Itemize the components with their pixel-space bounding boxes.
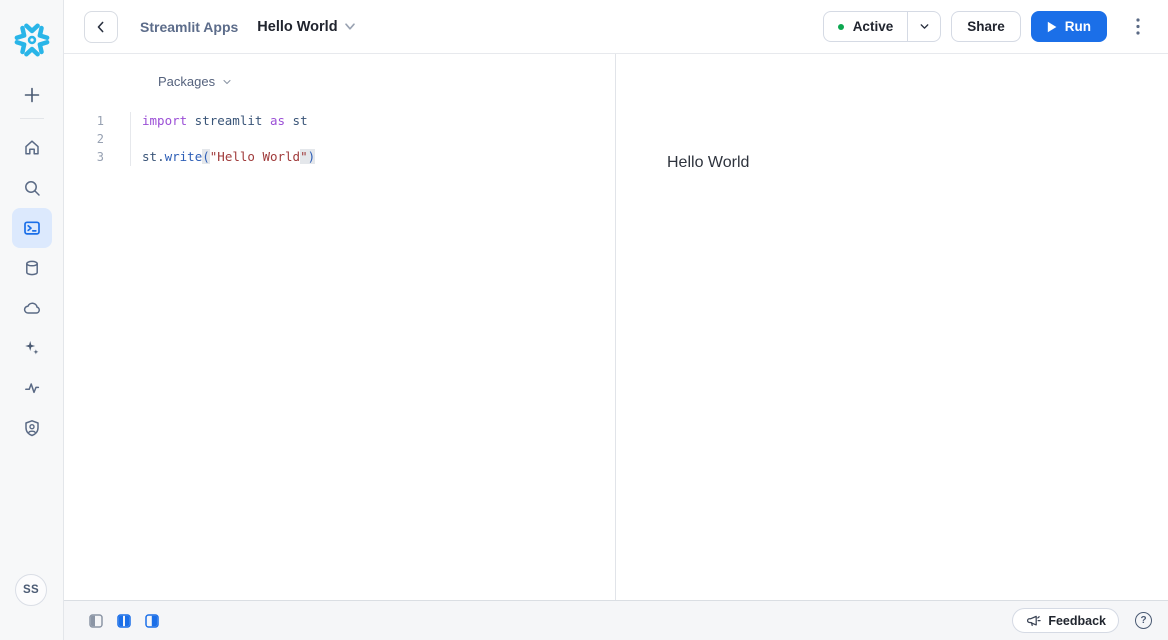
database-icon	[22, 258, 42, 278]
workspace: Packages 1 import streamlit as st 23 st.wri…	[64, 54, 1168, 600]
sidebar-item-ai[interactable]	[12, 328, 52, 368]
share-button[interactable]: Share	[951, 11, 1021, 42]
page-title: Hello World	[257, 19, 337, 35]
code-token: "Hello World	[210, 149, 300, 164]
terminal-icon	[22, 218, 42, 238]
header: Streamlit Apps Hello World Active Share	[64, 0, 1168, 54]
play-icon	[1047, 21, 1057, 33]
chevron-left-icon	[92, 18, 110, 36]
cloud-icon	[22, 298, 42, 318]
chevron-down-icon	[221, 76, 233, 88]
code-editor[interactable]: 1 import streamlit as st 23 st.write("Hello…	[64, 112, 615, 166]
more-options-button[interactable]	[1124, 13, 1152, 41]
preview-output-text: Hello World	[667, 154, 1168, 172]
megaphone-icon	[1025, 613, 1041, 629]
status-dropdown-button[interactable]	[907, 12, 940, 41]
breadcrumb[interactable]: Streamlit Apps	[140, 19, 238, 35]
code-line[interactable]: import streamlit as st	[130, 112, 615, 130]
code-token: import	[142, 113, 187, 128]
layout-split-icon	[117, 614, 131, 628]
sidebar-item-home[interactable]	[12, 127, 52, 167]
code-row[interactable]: 2	[64, 130, 615, 148]
run-button[interactable]: Run	[1031, 11, 1107, 42]
line-number: 1	[64, 112, 104, 130]
app-title-menu[interactable]: Hello World	[257, 19, 354, 35]
chevron-down-icon	[918, 20, 931, 33]
code-editor-pane: Packages 1 import streamlit as st 23 st.wri…	[64, 54, 616, 600]
avatar-initials: SS	[23, 584, 39, 596]
feedback-label: Feedback	[1048, 614, 1106, 628]
layout-split-button[interactable]	[113, 610, 135, 632]
code-token: write	[165, 149, 203, 164]
packages-label: Packages	[158, 74, 215, 89]
packages-dropdown[interactable]: Packages	[158, 74, 233, 89]
layout-preview-only-button[interactable]	[141, 610, 163, 632]
layout-editor-only-button[interactable]	[85, 610, 107, 632]
kebab-icon	[1136, 18, 1140, 35]
shield-user-icon	[22, 418, 42, 438]
snowflake-logo[interactable]	[12, 20, 52, 60]
share-label: Share	[967, 19, 1005, 34]
feedback-button[interactable]: Feedback	[1012, 608, 1119, 633]
gutter-gap	[104, 130, 130, 148]
code-token: streamlit	[187, 113, 270, 128]
line-number: 2	[64, 130, 104, 148]
sidebar-item-search[interactable]	[12, 168, 52, 208]
code-token: )	[308, 149, 316, 164]
gutter-gap	[104, 148, 130, 166]
caret-down-icon	[345, 23, 355, 30]
code-token: as	[270, 113, 285, 128]
code-row[interactable]: 1 import streamlit as st	[64, 112, 615, 130]
main-area: Streamlit Apps Hello World Active Share	[64, 0, 1168, 640]
footer-bar: Feedback ?	[64, 600, 1168, 640]
plus-icon	[22, 85, 42, 105]
layout-left-icon	[89, 614, 103, 628]
snowflake-icon	[13, 21, 51, 59]
code-token: (	[202, 149, 210, 164]
app-preview-pane: Hello World	[616, 54, 1168, 600]
code-line[interactable]	[130, 130, 615, 148]
code-lines: 1 import streamlit as st 23 st.write("Hello…	[64, 112, 615, 166]
sparkles-icon	[22, 338, 42, 358]
help-button[interactable]: ?	[1135, 612, 1152, 629]
sidebar: SS	[0, 0, 64, 640]
code-token: st	[285, 113, 308, 128]
status-split-button: Active	[823, 11, 942, 42]
run-label: Run	[1065, 19, 1091, 34]
sidebar-item-monitoring[interactable]	[12, 368, 52, 408]
status-dot	[838, 24, 844, 30]
back-button[interactable]	[84, 11, 118, 43]
line-number: 3	[64, 148, 104, 166]
code-token: .	[157, 149, 165, 164]
user-avatar[interactable]: SS	[15, 574, 47, 606]
code-row[interactable]: 3 st.write("Hello World")	[64, 148, 615, 166]
activity-icon	[22, 378, 42, 398]
home-icon	[22, 137, 42, 157]
layout-right-icon	[145, 614, 159, 628]
sidebar-item-new[interactable]	[12, 75, 52, 115]
sidebar-item-data[interactable]	[12, 248, 52, 288]
code-token: "	[300, 149, 308, 164]
sidebar-item-compute[interactable]	[12, 288, 52, 328]
status-badge: Active	[853, 19, 894, 34]
sidebar-item-projects[interactable]	[12, 208, 52, 248]
code-line[interactable]: st.write("Hello World")	[130, 148, 615, 166]
code-token: st	[142, 149, 157, 164]
gutter-gap	[104, 112, 130, 130]
sidebar-divider	[20, 118, 44, 119]
status-button[interactable]: Active	[824, 12, 908, 41]
question-icon: ?	[1140, 615, 1146, 626]
search-icon	[22, 178, 42, 198]
sidebar-item-admin[interactable]	[12, 408, 52, 448]
